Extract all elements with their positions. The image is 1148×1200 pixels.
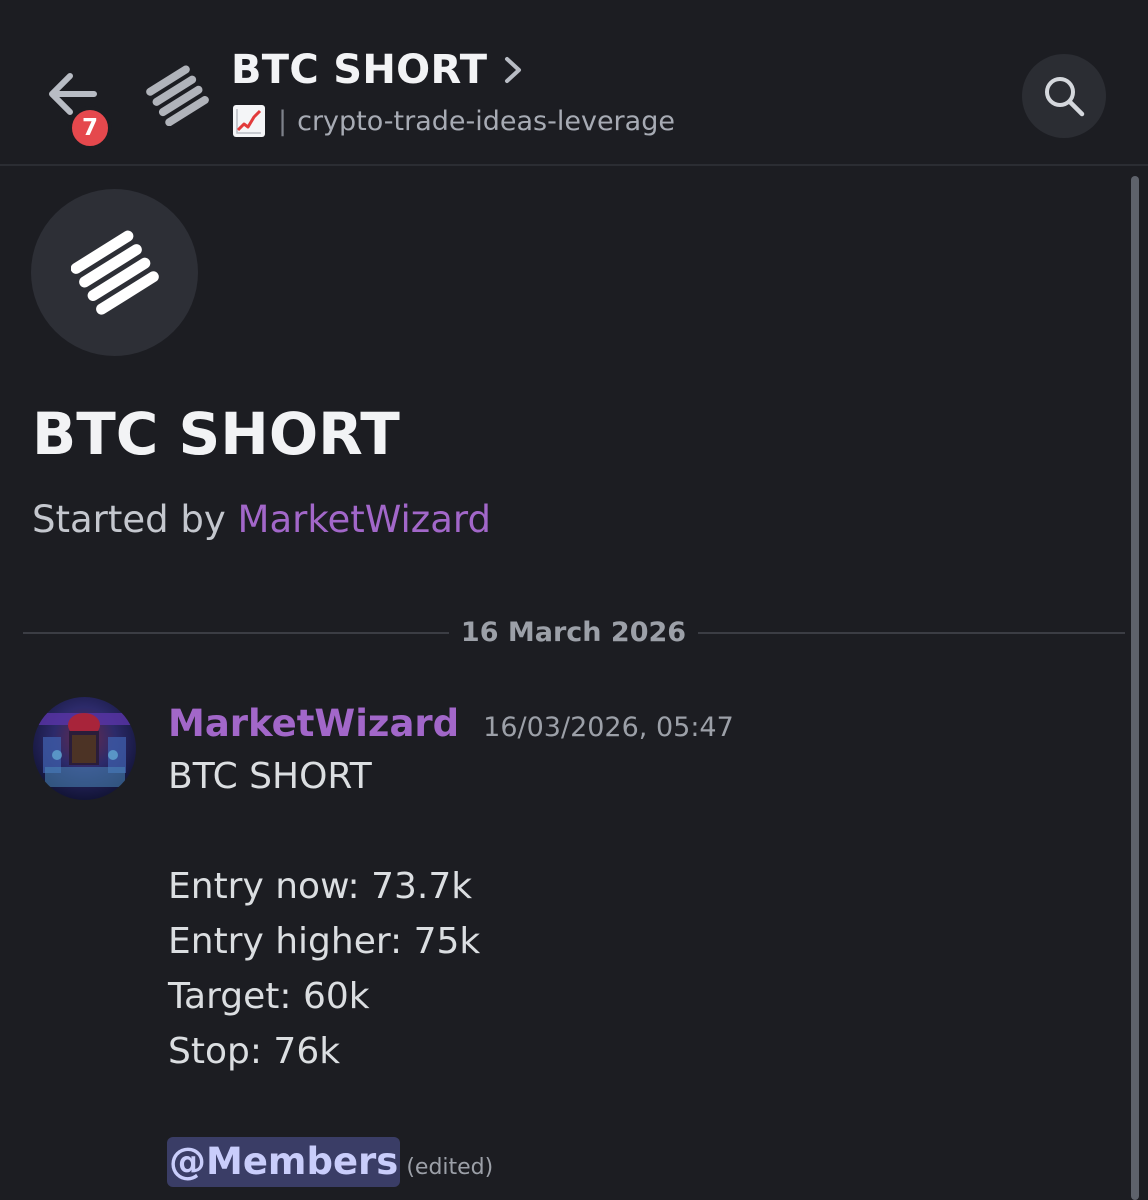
divider-date: 16 March 2026 <box>460 617 687 648</box>
message-line: Entry now: 73.7k <box>168 866 473 907</box>
avatar[interactable] <box>33 697 136 800</box>
thread-author-link[interactable]: MarketWizard <box>238 498 491 541</box>
channel-breadcrumb[interactable]: | crypto-trade-ideas-leverage <box>232 101 675 141</box>
message-timestamp: 16/03/2026, 05:47 <box>483 712 734 743</box>
message-line: Stop: 76k <box>168 1031 341 1072</box>
thread-title: BTC SHORT <box>32 400 400 468</box>
chart-increasing-emoji <box>233 105 265 137</box>
message-line: Target: 60k <box>168 976 370 1017</box>
channel-name: crypto-trade-ideas-leverage <box>297 105 675 137</box>
started-by-prefix: Started by <box>32 498 226 541</box>
date-divider: 16 March 2026 <box>23 616 1125 650</box>
message-line: Entry higher: 75k <box>168 921 481 962</box>
scrollbar[interactable] <box>1131 176 1139 1200</box>
unread-badge: 7 <box>68 106 112 150</box>
header-title: BTC SHORT <box>231 47 488 93</box>
forum-avatar <box>31 189 198 356</box>
search-button[interactable] <box>1022 54 1106 138</box>
breadcrumb-separator: | <box>278 105 288 137</box>
mention-row: @Members (edited) <box>167 1137 493 1187</box>
forum-stripes-icon <box>71 230 159 315</box>
header-title-row[interactable]: BTC SHORT <box>231 44 523 96</box>
search-icon <box>1045 77 1085 117</box>
role-mention[interactable]: @Members <box>167 1137 401 1187</box>
divider-line <box>698 632 1125 634</box>
divider-line <box>23 632 449 634</box>
message-line: BTC SHORT <box>168 756 372 797</box>
message-header: MarketWizard 16/03/2026, 05:47 <box>168 702 734 745</box>
message-author[interactable]: MarketWizard <box>168 702 459 745</box>
started-by: Started by MarketWizard <box>32 498 491 541</box>
chevron-right-icon <box>505 57 522 83</box>
app-root: 7 BTC SHORT | crypto-trade-ideas-leverag… <box>0 0 1148 1200</box>
forum-stripes-icon <box>144 64 210 127</box>
thread-header: 7 BTC SHORT | crypto-trade-ideas-leverag… <box>0 0 1148 166</box>
edited-label: (edited) <box>406 1155 494 1180</box>
